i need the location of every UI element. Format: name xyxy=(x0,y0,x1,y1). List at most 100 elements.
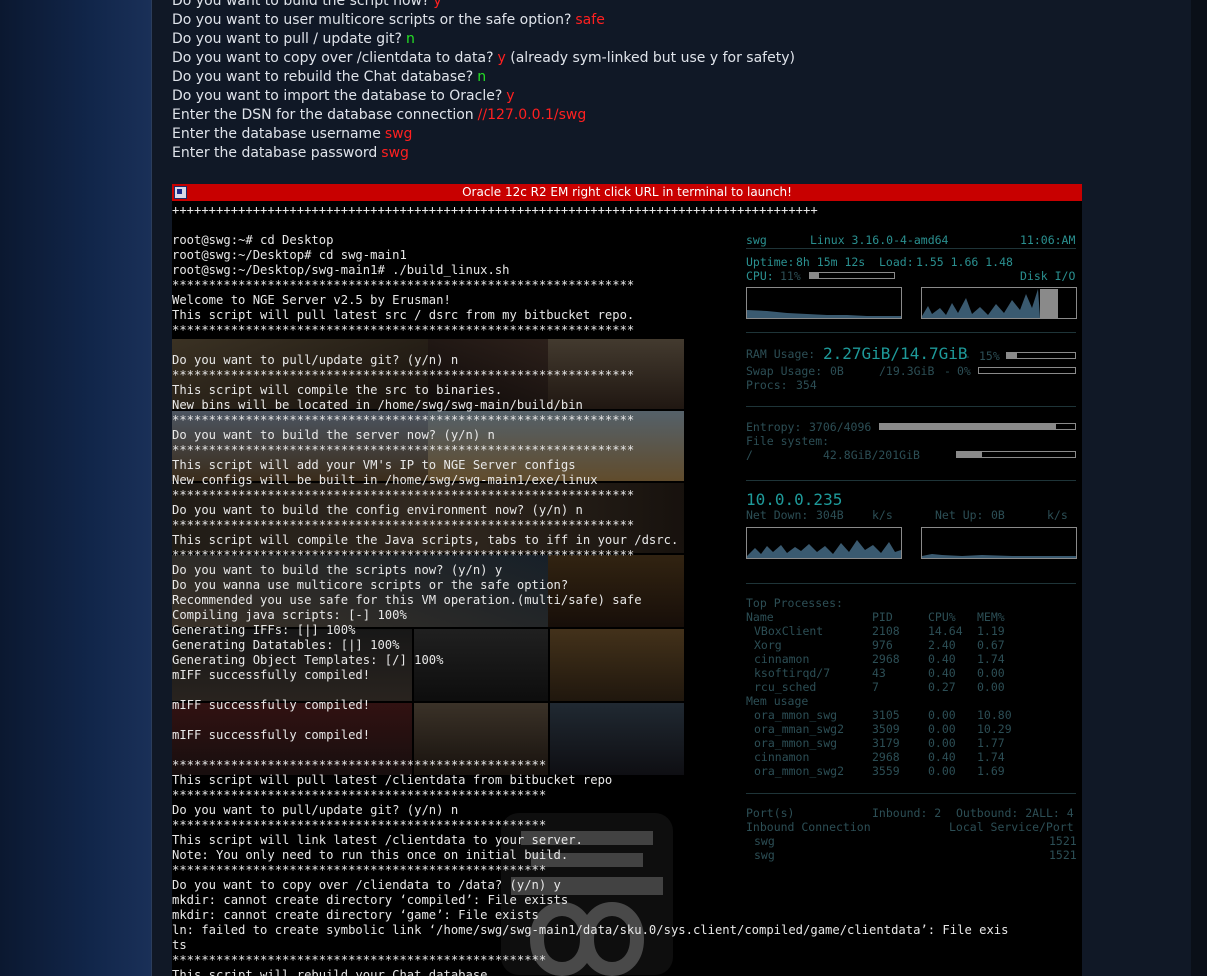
port-host: swg xyxy=(754,848,775,862)
proc-name: ora_mmon_swg2 xyxy=(754,764,845,778)
conky-swap-label: Swap Usage: xyxy=(746,364,823,378)
conky-fs-mount: / xyxy=(746,448,753,462)
page-right-edge xyxy=(1191,0,1207,976)
conky-load: 1.55 1.66 1.48 xyxy=(916,255,1013,269)
prompt-line: Do you want to rebuild the Chat database… xyxy=(172,68,1072,87)
prompt-answer: swg xyxy=(381,145,409,161)
proc-pid: 2968 xyxy=(872,652,900,666)
proc-mem: 10.29 xyxy=(977,722,1012,736)
port-number: 1521 xyxy=(1049,848,1077,862)
prompt-answer: swg xyxy=(384,126,413,142)
bar-fill xyxy=(957,452,982,457)
proc-cpu: 0.40 xyxy=(928,666,956,680)
proc-mem: 1.74 xyxy=(977,652,1005,666)
install-prompts-list: Do you want to build the script now? y Do … xyxy=(172,0,1072,163)
conky-net-down: 304B xyxy=(816,508,844,522)
conky-outbound-count: Outbound: 2ALL: 4 xyxy=(956,806,1074,820)
proc-pid: 3105 xyxy=(872,708,900,722)
terminal-line: ****************************************… xyxy=(172,953,547,967)
prompt-line: Enter the DSN for the database connectio… xyxy=(172,106,1072,125)
prompt-question: Enter the database password xyxy=(172,145,378,161)
prompt-question: Do you want to build the script now? xyxy=(172,0,430,9)
proc-pid: 43 xyxy=(872,666,886,680)
conky-net-up-graph xyxy=(921,527,1077,559)
bar-fill xyxy=(880,424,1056,429)
prompt-question: Do you want to rebuild the Chat database… xyxy=(172,69,474,85)
conky-fs-bar xyxy=(956,451,1076,458)
conky-local-service-header: Local Service/Port xyxy=(949,820,1074,834)
conky-disk-io-label: Disk I/O xyxy=(1020,269,1076,283)
proc-header-mem: MEM% xyxy=(977,610,1005,624)
proc-pid: 976 xyxy=(872,638,893,652)
proc-cpu: 0.00 xyxy=(928,764,956,778)
conky-mem-label: Mem usage xyxy=(746,694,809,708)
prompt-question: Do you want to pull / update git? xyxy=(172,31,402,47)
prompt-line: Do you want to import the database to Or… xyxy=(172,87,1072,106)
prompt-answer: n xyxy=(477,69,487,85)
conky-ram-bar xyxy=(1006,352,1076,359)
conky-entropy-bar xyxy=(879,423,1076,430)
proc-name: Xorg xyxy=(754,638,782,652)
conky-cpu-bar xyxy=(809,272,895,279)
conky-swap-used: 0B xyxy=(830,364,844,378)
prompt-answer: y xyxy=(506,88,515,104)
window-title: Oracle 12c R2 EM right click URL in term… xyxy=(462,185,792,199)
proc-name: rcu_sched xyxy=(754,680,817,694)
conky-fs-label: File system: xyxy=(746,434,830,448)
conky-divider xyxy=(746,793,1076,794)
conky-net-up-label: Net Up: xyxy=(935,508,984,522)
proc-mem: 10.80 xyxy=(977,708,1012,722)
prompt-question: Do you want to user multicore scripts or… xyxy=(172,12,572,28)
conky-ram-usage: 2.27GiB/14.7GiB xyxy=(823,344,968,363)
conky-clock: 11:06:AM xyxy=(1020,233,1076,247)
prompt-line: Do you want to copy over /clientdata to … xyxy=(172,49,1072,68)
proc-mem: 0.67 xyxy=(977,638,1005,652)
conky-net-down-unit: k/s xyxy=(872,508,893,522)
conky-ram-sep: - xyxy=(964,349,971,363)
prompt-line: Enter the database username swg xyxy=(172,125,1072,144)
terminal-screenshot: Oracle 12c R2 EM right click URL in term… xyxy=(172,184,1082,976)
conky-ram-label: RAM Usage: xyxy=(746,347,816,361)
proc-cpu: 0.27 xyxy=(928,680,956,694)
conky-divider xyxy=(746,480,1076,481)
proc-cpu: 2.40 xyxy=(928,638,956,652)
prompt-question: Enter the database username xyxy=(172,126,381,142)
terminal-line: This script will rebuild your Chat datab… xyxy=(172,968,488,976)
proc-cpu: 0.40 xyxy=(928,750,956,764)
conky-ip-address: 10.0.0.235 xyxy=(746,490,843,509)
proc-mem: 0.00 xyxy=(977,680,1005,694)
bar-fill xyxy=(810,273,819,278)
conky-net-down-label: Net Down: xyxy=(746,508,809,522)
conky-ram-percent: 15% xyxy=(979,349,1000,363)
prompt-answer: y xyxy=(433,0,442,9)
proc-header-pid: PID xyxy=(872,610,893,624)
conky-inbound-conn-header: Inbound Connection xyxy=(746,820,871,834)
proc-cpu: 0.00 xyxy=(928,722,956,736)
proc-pid: 2968 xyxy=(872,750,900,764)
proc-header-cpu: CPU% xyxy=(928,610,956,624)
conky-cpu-value: 11% xyxy=(780,269,801,283)
prompt-line: Enter the database password swg xyxy=(172,144,1072,163)
proc-cpu: 0.00 xyxy=(928,708,956,722)
conky-cpu-label: CPU: xyxy=(746,269,774,283)
prompt-answer: y xyxy=(497,50,506,66)
conky-uptime-label: Uptime: xyxy=(746,255,795,269)
proc-header-name: Name xyxy=(746,610,774,624)
conky-divider xyxy=(746,583,1076,584)
proc-mem: 1.77 xyxy=(977,736,1005,750)
conky-cpu-graph xyxy=(746,287,902,319)
conky-swap-total: /19.3GiB xyxy=(879,364,935,378)
proc-name: ora_mmon_swg xyxy=(754,708,838,722)
blog-sidebar-edge xyxy=(0,0,153,976)
port-number: 1521 xyxy=(1049,834,1077,848)
proc-pid: 3179 xyxy=(872,736,900,750)
window-titlebar[interactable]: Oracle 12c R2 EM right click URL in term… xyxy=(172,184,1082,201)
conky-divider xyxy=(746,406,1076,407)
proc-pid: 3559 xyxy=(872,764,900,778)
terminal-app-icon xyxy=(174,186,187,199)
conky-net-up: 0B xyxy=(991,508,1005,522)
proc-name: ora_mmon_swg xyxy=(754,736,838,750)
prompt-question: Do you want to import the database to Or… xyxy=(172,88,503,104)
conky-divider xyxy=(746,332,1076,333)
conky-disk-io-graph xyxy=(921,287,1077,319)
